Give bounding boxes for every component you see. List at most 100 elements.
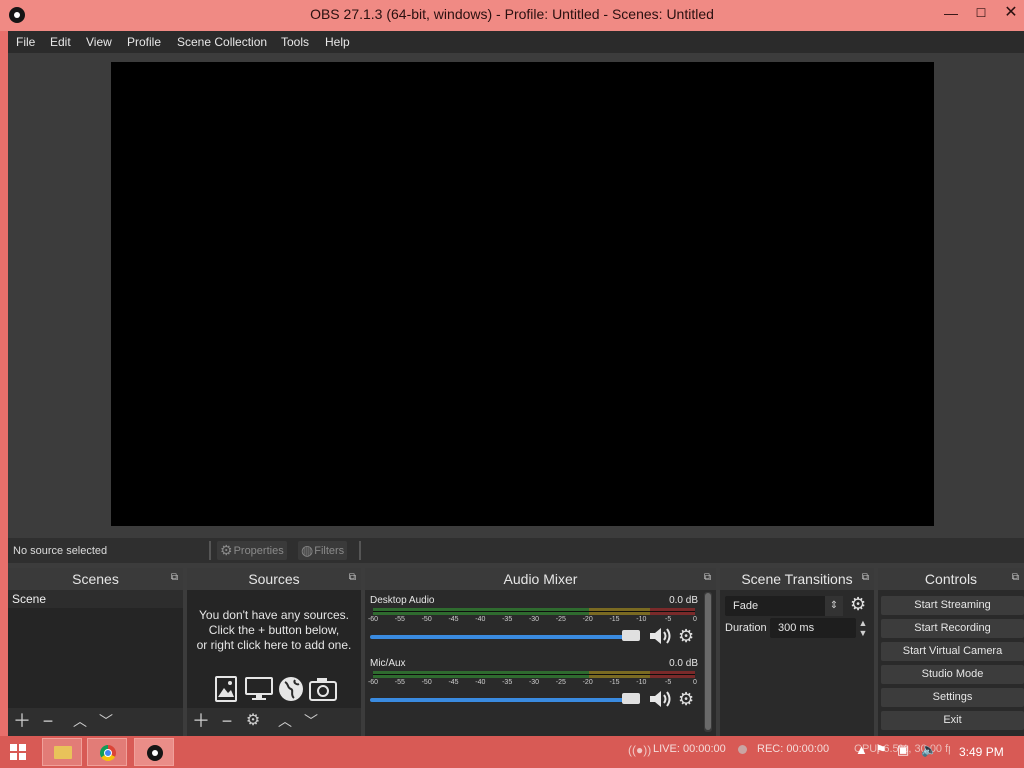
transition-select[interactable]: Fade ⇕ [725, 596, 843, 616]
undock-icon[interactable]: ⧉ [862, 572, 869, 583]
meter-scale-tick: -10 [636, 616, 647, 623]
title-bar: OBS 27.1.3 (64-bit, windows) - Profile: … [0, 0, 1024, 31]
sources-dock: Sources ⧉ You don't have any sources. Cl… [187, 568, 361, 736]
meter-scale: -60 -55 -50 -45 -40 -35 -30 -25 -20 -15 -10 -5 0 [368, 616, 698, 625]
volume-slider[interactable] [370, 698, 640, 702]
volume-slider[interactable] [370, 635, 640, 639]
menu-file[interactable]: File [16, 35, 35, 49]
gear-icon: ⚙ [220, 542, 233, 558]
menu-help[interactable]: Help [325, 35, 350, 49]
sources-toolbar: ＋ − ⚙ ︿ ﹀ [187, 708, 361, 736]
volume-slider-handle[interactable] [622, 693, 640, 704]
channel-db: 0.0 dB [669, 595, 698, 606]
duration-input[interactable]: 300 ms [770, 618, 856, 638]
transition-settings-gear-icon[interactable]: ⚙ [850, 594, 866, 615]
speaker-icon[interactable] [648, 625, 672, 647]
move-scene-up-button[interactable]: ︿ [69, 710, 91, 732]
meter-scale-tick: -40 [475, 616, 486, 623]
channel-settings-gear-icon[interactable]: ⚙ [678, 626, 694, 646]
mixer-scrollbar[interactable] [704, 592, 712, 732]
obs-icon [147, 745, 163, 761]
meter-scale-tick: -35 [502, 679, 513, 686]
windows-start-icon[interactable] [10, 744, 26, 760]
meter-scale-tick: -5 [665, 616, 672, 623]
start-virtual-camera-button[interactable]: Start Virtual Camera [881, 642, 1024, 661]
rec-status: REC: 00:00:00 [757, 743, 830, 755]
move-source-up-button[interactable]: ︿ [274, 710, 296, 732]
studio-mode-button[interactable]: Studio Mode [881, 665, 1024, 684]
menu-tools[interactable]: Tools [281, 35, 309, 49]
maximize-button[interactable]: ☐ [968, 2, 994, 24]
start-streaming-button[interactable]: Start Streaming [881, 596, 1024, 615]
meter-scale-tick: -50 [421, 616, 432, 623]
chevron-up-down-icon: ⇕ [825, 596, 843, 616]
empty-line: or right click here to add one. [196, 638, 352, 652]
taskbar-file-explorer[interactable] [42, 738, 82, 766]
properties-button[interactable]: ⚙ Properties [217, 541, 287, 560]
volume-meter [373, 671, 695, 678]
remove-scene-button[interactable]: − [37, 710, 59, 732]
meter-scale: -60 -55 -50 -45 -40 -35 -30 -25 -20 -15 -10 -5 0 [368, 679, 698, 688]
move-scene-down-button[interactable]: ﹀ [95, 710, 117, 732]
source-properties-gear-icon[interactable]: ⚙ [242, 710, 264, 732]
show-hidden-icons-icon[interactable]: ▲ [855, 742, 868, 757]
undock-icon[interactable]: ⧉ [704, 572, 711, 583]
empty-line: Click the + button below, [208, 623, 340, 637]
remove-source-button[interactable]: − [216, 710, 238, 732]
divider [209, 541, 211, 560]
network-icon[interactable]: ▣ [897, 742, 909, 758]
menu-edit[interactable]: Edit [50, 35, 71, 49]
camera-icon [309, 678, 337, 701]
add-source-button[interactable]: ＋ [190, 710, 212, 732]
menu-view[interactable]: View [86, 35, 112, 49]
scene-list[interactable]: Scene [8, 590, 183, 708]
controls-dock: Controls ⧉ Start Streaming Start Recordi… [878, 568, 1024, 736]
audio-mixer-title: Audio Mixer [365, 568, 716, 590]
volume-icon[interactable]: 🔈 [921, 742, 937, 758]
system-clock[interactable]: 3:49 PM [959, 745, 1004, 759]
minimize-button[interactable]: — [938, 2, 964, 24]
sources-title: Sources [187, 568, 361, 590]
taskbar-obs[interactable] [134, 738, 174, 766]
filters-label: Filters [314, 544, 345, 557]
meter-scale-tick: -20 [582, 679, 593, 686]
undock-icon[interactable]: ⧉ [349, 572, 356, 583]
action-center-flag-icon[interactable]: ⚑ [875, 742, 887, 758]
preview-canvas[interactable] [111, 62, 934, 526]
meter-scale-tick: -25 [555, 679, 566, 686]
menu-scene-collection[interactable]: Scene Collection [177, 35, 267, 49]
scenes-toolbar: ＋ − ︿ ﹀ [8, 708, 183, 736]
list-item[interactable]: Scene [8, 590, 183, 608]
volume-slider-handle[interactable] [622, 630, 640, 641]
source-list[interactable]: You don't have any sources. Click the + … [187, 590, 361, 708]
close-button[interactable]: ✕ [998, 2, 1024, 24]
live-status: LIVE: 00:00:00 [653, 743, 726, 755]
duration-value: 300 ms [778, 622, 815, 634]
scenes-dock: Scenes ⧉ Scene ＋ − ︿ ﹀ [8, 568, 183, 736]
undock-icon[interactable]: ⧉ [1012, 572, 1019, 583]
channel-settings-gear-icon[interactable]: ⚙ [678, 689, 694, 709]
add-scene-button[interactable]: ＋ [11, 710, 33, 732]
image-icon [215, 676, 237, 702]
filter-icon: ◍ [301, 542, 314, 558]
move-source-down-button[interactable]: ﹀ [300, 710, 322, 732]
source-type-icons [213, 676, 337, 706]
settings-button[interactable]: Settings [881, 688, 1024, 707]
meter-scale-tick: -55 [394, 679, 405, 686]
meter-scale-tick: -30 [528, 616, 540, 623]
speaker-icon[interactable] [648, 688, 672, 710]
menu-profile[interactable]: Profile [127, 35, 161, 49]
menu-bar: File Edit View Profile Scene Collection … [8, 31, 1024, 53]
channel-db: 0.0 dB [669, 658, 698, 669]
filters-button[interactable]: ◍ Filters [298, 541, 348, 560]
transition-value: Fade [733, 600, 759, 612]
display-icon [245, 677, 273, 700]
undock-icon[interactable]: ⧉ [171, 572, 178, 583]
start-recording-button[interactable]: Start Recording [881, 619, 1024, 638]
meter-scale-tick: -45 [448, 616, 459, 623]
exit-button[interactable]: Exit [881, 711, 1024, 730]
taskbar-chrome[interactable] [87, 738, 127, 766]
duration-spinner[interactable]: ▲ ▼ [857, 618, 869, 638]
meter-scale-tick: -10 [636, 679, 647, 686]
meter-scale-tick: -45 [448, 679, 459, 686]
